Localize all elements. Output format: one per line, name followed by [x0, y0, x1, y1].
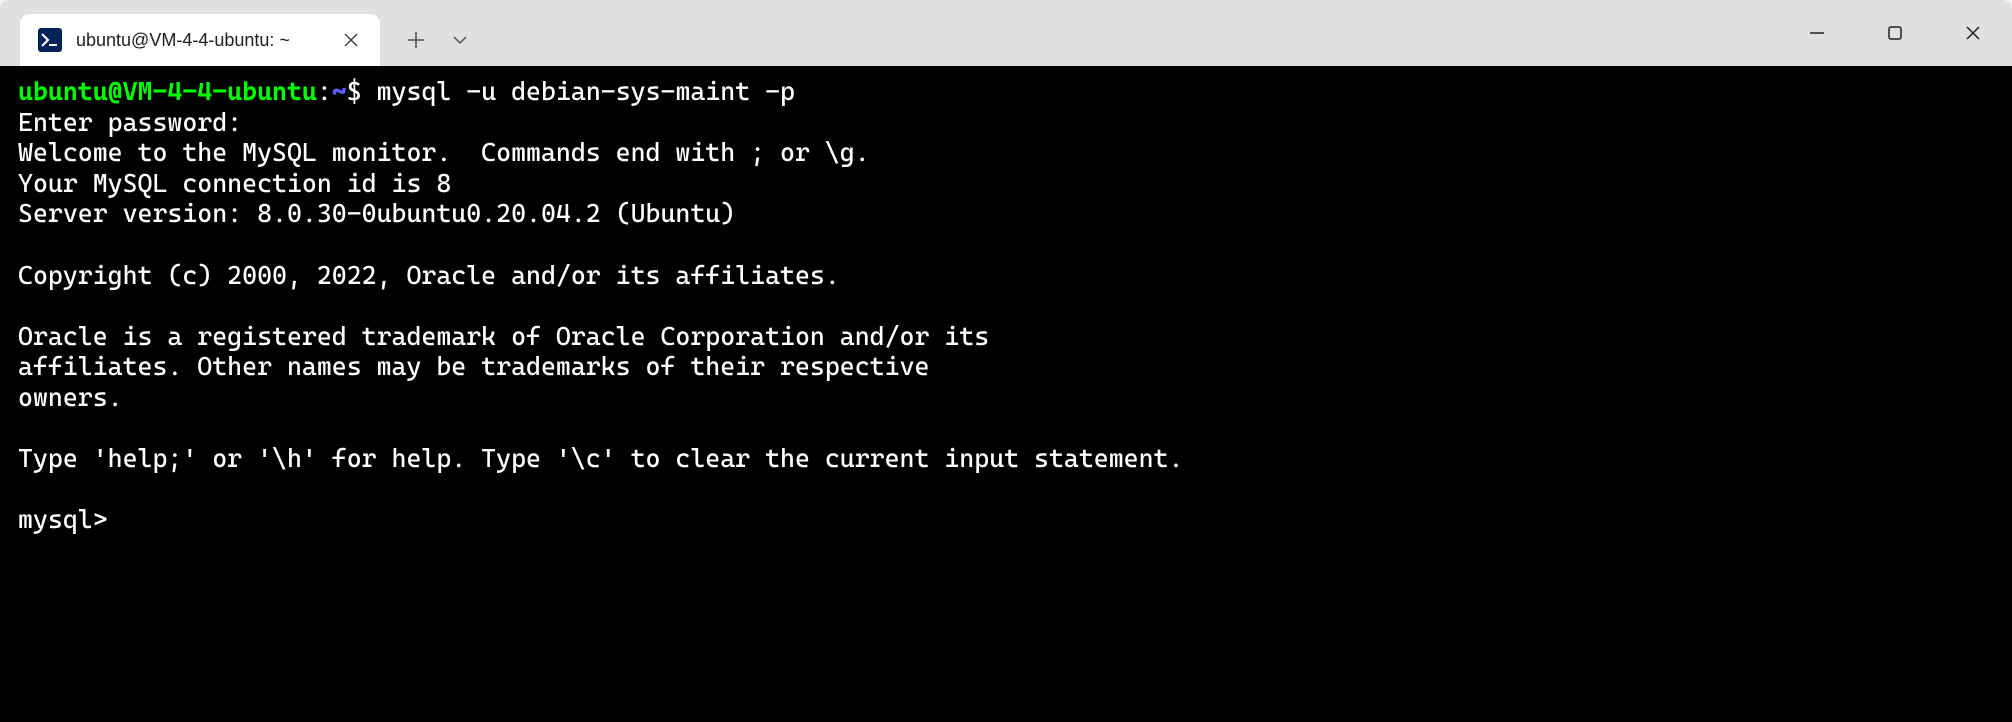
terminal-content[interactable]: ubuntu@VM-4-4-ubuntu:~$ mysql -u debian-… — [0, 66, 2012, 722]
prompt-path: ~ — [332, 76, 347, 106]
mysql-prompt: mysql> — [18, 504, 108, 534]
command-text — [362, 76, 377, 106]
prompt-user-host: ubuntu@VM-4-4-ubuntu — [18, 76, 317, 106]
maximize-button[interactable] — [1856, 0, 1934, 66]
titlebar: ubuntu@VM-4-4-ubuntu: ~ — [0, 0, 2012, 66]
output-line: owners. — [18, 382, 123, 412]
tabs-area: ubuntu@VM-4-4-ubuntu: ~ — [0, 0, 480, 66]
close-window-button[interactable] — [1934, 0, 2012, 66]
output-line: Oracle is a registered trademark of Orac… — [18, 321, 989, 351]
new-tab-button[interactable] — [392, 16, 440, 64]
terminal-window: ubuntu@VM-4-4-ubuntu: ~ — [0, 0, 2012, 722]
powershell-icon — [38, 28, 62, 52]
tab-active[interactable]: ubuntu@VM-4-4-ubuntu: ~ — [20, 14, 380, 66]
output-line: Copyright (c) 2000, 2022, Oracle and/or … — [18, 260, 840, 290]
tab-title: ubuntu@VM-4-4-ubuntu: ~ — [76, 30, 326, 51]
tab-dropdown-button[interactable] — [440, 16, 480, 64]
window-controls — [1778, 0, 2012, 66]
output-line: Type 'help;' or '\h' for help. Type '\c'… — [18, 443, 1183, 473]
output-line: Welcome to the MySQL monitor. Commands e… — [18, 137, 870, 167]
command: mysql -u debian-sys-maint -p — [377, 76, 795, 106]
prompt-symbol: $ — [347, 76, 362, 106]
output-line: Enter password: — [18, 107, 242, 137]
output-line: Your MySQL connection id is 8 — [18, 168, 451, 198]
output-line: affiliates. Other names may be trademark… — [18, 351, 929, 381]
minimize-button[interactable] — [1778, 0, 1856, 66]
output-line: Server version: 8.0.30-0ubuntu0.20.04.2 … — [18, 198, 735, 228]
prompt-colon: : — [317, 76, 332, 106]
close-tab-button[interactable] — [340, 29, 362, 51]
